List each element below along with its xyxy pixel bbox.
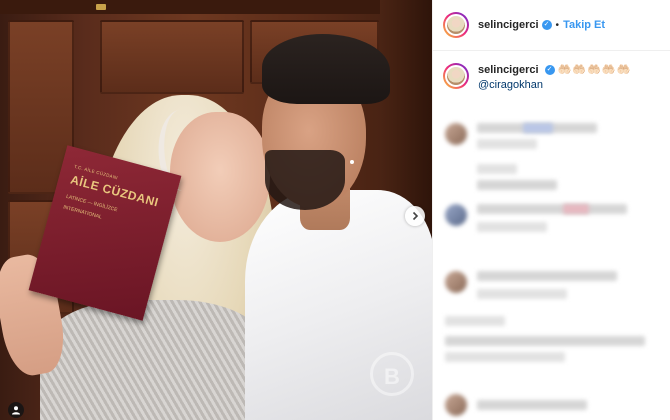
user-tag-icon bbox=[12, 406, 20, 415]
caption-emojis: 🤲🏻🤲🏻🤲🏻🤲🏻🤲🏻 bbox=[557, 64, 632, 76]
user-tags-button[interactable] bbox=[8, 402, 24, 418]
verified-badge-icon: ✓ bbox=[541, 20, 552, 30]
verified-badge-icon: ✓ bbox=[544, 65, 555, 76]
man-hair bbox=[262, 34, 390, 104]
door-frame bbox=[0, 0, 432, 14]
post-photo[interactable]: T.C. AİLE CÜZDANI AİLE CÜZDANI LATİNCE —… bbox=[0, 0, 432, 420]
door-hinge bbox=[96, 4, 106, 10]
post-side-panel: selincigerci ✓ • Takip Et selincigerci ✓… bbox=[432, 0, 670, 420]
avatar[interactable] bbox=[443, 63, 469, 89]
caption-username[interactable]: selincigerci bbox=[478, 64, 539, 76]
door-panel bbox=[100, 20, 244, 94]
man-beard bbox=[265, 150, 345, 210]
watermark-logo: B bbox=[370, 352, 414, 396]
blurred-comment bbox=[433, 392, 670, 420]
chevron-right-icon bbox=[412, 211, 419, 221]
separator-dot: • bbox=[555, 19, 560, 31]
woman-dress bbox=[40, 300, 270, 420]
avatar[interactable] bbox=[443, 12, 469, 38]
earring bbox=[350, 160, 354, 164]
author-username[interactable]: selincigerci bbox=[478, 19, 539, 31]
caption-mention[interactable]: @ciragokhan bbox=[478, 78, 631, 93]
post-header: selincigerci ✓ • Takip Et bbox=[433, 0, 670, 51]
next-photo-button[interactable] bbox=[405, 206, 425, 226]
blurred-comment bbox=[433, 200, 670, 250]
post-caption: selincigerci ✓ 🤲🏻🤲🏻🤲🏻🤲🏻🤲🏻 @ciragokhan bbox=[433, 51, 670, 93]
blurred-comment bbox=[433, 115, 670, 165]
follow-button[interactable]: Takip Et bbox=[563, 19, 605, 31]
blurred-comment bbox=[433, 265, 670, 315]
blurred-comment bbox=[433, 310, 670, 370]
blurred-comment bbox=[433, 160, 670, 200]
